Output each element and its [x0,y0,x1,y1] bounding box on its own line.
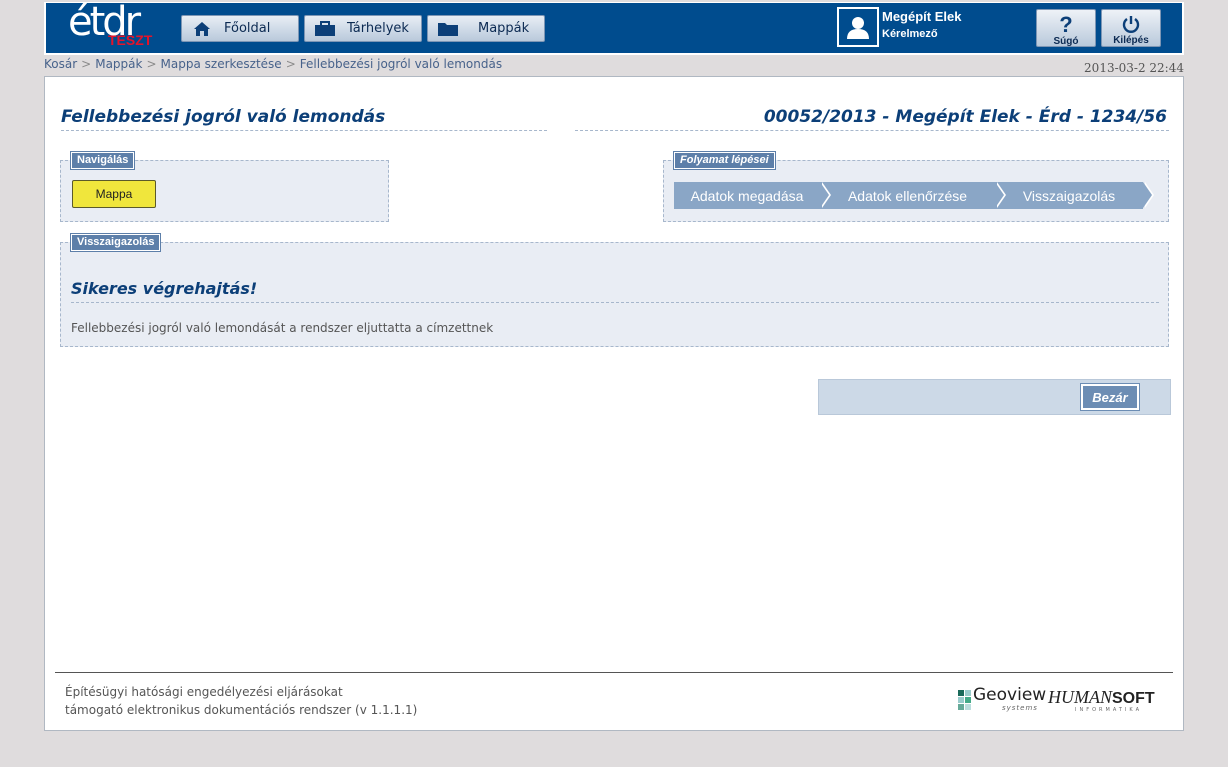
user-role: Kérelmező [882,28,938,40]
user-icon [847,17,869,39]
user-avatar[interactable] [837,7,879,47]
step-data-entry: Adatok megadása [674,182,831,209]
briefcase-icon [313,20,337,38]
footer-line-2: támogató elektronikus dokumentációs rend… [65,703,418,717]
humansoft-text-b: SOFT [1112,690,1155,707]
divider [71,302,1159,303]
nav-button-storage[interactable]: Tárhelyek [304,15,422,42]
help-button[interactable]: ? Súgó [1036,9,1096,47]
footer-line-1: Építésügyi hatósági engedélyezési eljárá… [65,685,343,699]
etdr-logo[interactable]: étdr TESZT [68,0,164,51]
action-bar: Bezár [818,379,1171,415]
navigation-legend: Navigálás [69,151,136,170]
help-label: Súgó [1053,36,1079,47]
breadcrumb: Kosár > Mappák > Mappa szerkesztése > Fellebbe… [44,57,502,71]
close-button[interactable]: Bezár [1080,383,1140,411]
geoview-text: Geoview [973,685,1047,705]
step-label: Adatok ellenőrzése [847,187,968,204]
process-steps: Adatok megadása Adatok ellenőrzése Vissz… [674,182,1154,209]
logout-label: Kilépés [1113,35,1149,46]
power-icon [1121,13,1141,34]
header-bar: étdr TESZT Főoldal Tárhelyek Mappák Megé… [46,0,1182,53]
process-steps-panel: Folyamat lépései Adatok megadása Adatok … [663,151,1169,222]
nav-label-home: Főoldal [224,21,271,36]
nav-label-folders: Mappák [478,21,530,36]
breadcrumb-item-folders[interactable]: Mappák [95,57,142,71]
footer-text: Építésügyi hatósági engedélyezési eljárá… [65,683,417,719]
svg-text:?: ? [1059,13,1072,35]
geoview-subtext: systems [1002,704,1038,712]
case-identifier: 00052/2013 - Megépít Elek - Érd - 1234/5… [763,107,1167,127]
main-panel: Fellebbezési jogról való lemondás 00052/… [44,76,1184,731]
header: étdr TESZT Főoldal Tárhelyek Mappák Megé… [44,0,1184,55]
geoview-mark [958,690,971,710]
folder-icon [436,20,460,38]
footer-divider [55,672,1173,673]
step-label: Visszaigazolás [1022,187,1116,204]
success-message: Fellebbezési jogról való lemondását a re… [71,321,494,335]
breadcrumb-item-edit-folder[interactable]: Mappa szerkesztése [161,57,282,71]
breadcrumb-item-cart[interactable]: Kosár [44,57,77,71]
navigation-panel: Navigálás Mappa [60,151,389,222]
nav-button-folders[interactable]: Mappák [427,15,545,42]
page-title: Fellebbezési jogról való lemondás [61,107,386,127]
divider [575,130,1169,131]
process-steps-legend: Folyamat lépései [673,151,776,170]
mappa-button[interactable]: Mappa [72,180,156,208]
nav-button-home[interactable]: Főoldal [181,15,299,42]
step-label: Adatok megadása [690,187,804,204]
breadcrumb-item-current: Fellebbezési jogról való lemondás [299,57,503,71]
divider [61,130,547,131]
breadcrumb-separator: > [81,57,92,71]
breadcrumb-separator: > [146,57,157,71]
humansoft-logo[interactable]: HUMANSOFT [1048,687,1155,708]
success-title: Sikeres végrehajtás! [71,279,258,298]
confirmation-legend: Visszaigazolás [69,233,162,252]
humansoft-text-a: HUMAN [1048,687,1112,707]
help-icon: ? [1058,13,1074,35]
nav-label-storage: Tárhelyek [347,21,409,36]
step-confirmation: Visszaigazolás [995,182,1154,209]
logo-badge: TESZT [108,32,153,48]
breadcrumb-separator: > [285,57,296,71]
datetime: 2013-03-2 22:44 [1084,61,1184,75]
user-name: Megépít Elek [882,9,962,24]
step-data-check: Adatok ellenőrzése [820,182,1006,209]
logout-button[interactable]: Kilépés [1101,9,1161,47]
home-icon [190,20,214,38]
geoview-logo[interactable]: Geoview systems [958,685,1047,712]
confirmation-panel: Visszaigazolás Sikeres végrehajtás! Fell… [60,233,1169,347]
humansoft-subtext: INFORMATIKA [1075,707,1142,713]
